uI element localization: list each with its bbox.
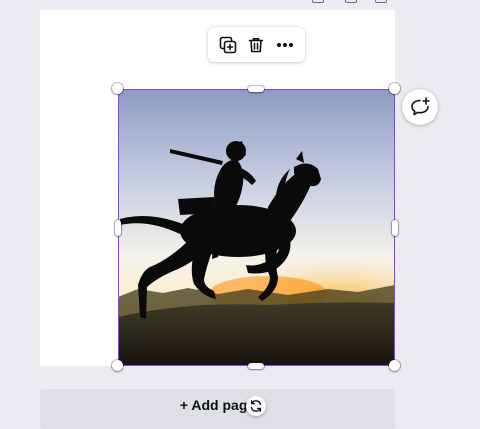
resize-handle-bottom-left[interactable] [112,360,123,371]
selected-image[interactable] [118,89,395,366]
refresh-icon [250,400,262,412]
resize-handle-right[interactable] [392,220,398,236]
refresh-button[interactable] [246,396,266,416]
add-page-label: + Add page [179,397,256,413]
knight-on-horse-image [118,89,395,366]
resize-handle-left[interactable] [115,220,121,236]
delete-button[interactable] [243,32,269,58]
resize-handle-top-left[interactable] [112,83,123,94]
resize-handle-top[interactable] [248,86,264,92]
resize-handle-bottom[interactable] [248,363,264,369]
top-toolbar-icon[interactable] [312,0,324,3]
top-toolbar-icon[interactable] [375,0,387,3]
duplicate-icon [219,36,237,53]
add-page-button[interactable]: + Add page [40,389,395,429]
trash-icon [249,37,264,52]
duplicate-button[interactable] [215,32,241,58]
resize-handle-top-right[interactable] [389,83,400,94]
resize-handle-bottom-right[interactable] [389,360,400,371]
more-icon [276,42,293,47]
add-comment-button[interactable] [402,89,438,125]
element-toolbar [208,27,305,62]
add-comment-icon [411,97,430,116]
more-options-button[interactable] [272,32,298,58]
top-toolbar-icon[interactable] [345,0,357,3]
